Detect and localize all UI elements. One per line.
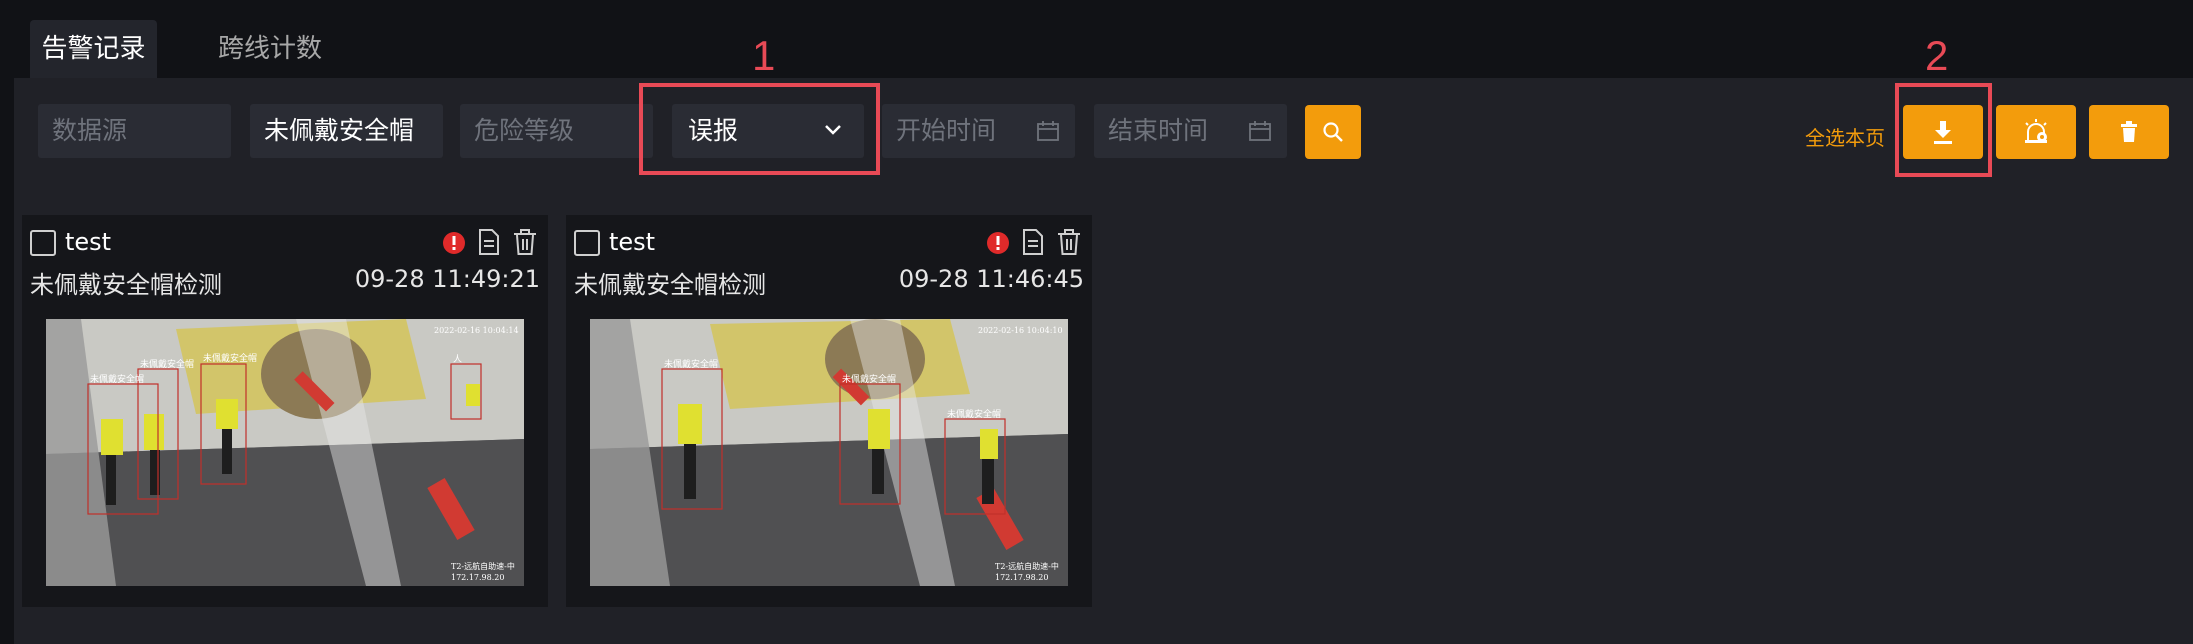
risk-level-select[interactable]: 危险等级 bbox=[460, 104, 653, 158]
detection-label: 人 bbox=[453, 354, 462, 365]
card-title: 未佩戴安全帽检测 bbox=[574, 271, 766, 299]
detection-label: 未佩戴安全帽 bbox=[947, 408, 1001, 420]
tab-alarm-records[interactable]: 告警记录 bbox=[30, 20, 157, 78]
detection-label: 未佩戴安全帽 bbox=[90, 373, 144, 385]
search-button[interactable] bbox=[1305, 105, 1361, 159]
camera-caption: T2-远航自助速-中 bbox=[995, 561, 1059, 571]
camera-ip: 172.17.98.20 bbox=[995, 573, 1048, 582]
tab-bar: 告警记录 跨线计数 bbox=[0, 0, 2193, 78]
alarm-snapshot-image[interactable]: 未佩戴安全帽 未佩戴安全帽 未佩戴安全帽 2022-02-16 10:04:10… bbox=[590, 319, 1068, 586]
image-timestamp: 2022-02-16 10:04:10 bbox=[978, 326, 1063, 335]
alert-icon bbox=[987, 232, 1009, 254]
detection-label: 未佩戴安全帽 bbox=[140, 358, 194, 370]
annotation-marker-1: 1 bbox=[752, 32, 776, 79]
trash-icon bbox=[514, 229, 536, 255]
alarm-snapshot-image[interactable]: 未佩戴安全帽 未佩戴安全帽 未佩戴安全帽 人 2022-02-16 10:04:… bbox=[46, 319, 524, 586]
end-time-input[interactable]: 结束时间 bbox=[1094, 104, 1287, 158]
camera-ip: 172.17.98.20 bbox=[451, 573, 504, 582]
data-source-input[interactable]: 数据源 bbox=[38, 104, 231, 158]
start-time-placeholder: 开始时间 bbox=[896, 116, 997, 145]
alarm-card[interactable]: test 未佩戴安全帽检测 09-28 11:46:45 未佩戴安全帽 未佩戴安… bbox=[566, 215, 1092, 607]
annotation-marker-2: 2 bbox=[1925, 32, 1949, 79]
tab-line-crossing-count[interactable]: 跨线计数 bbox=[190, 20, 350, 78]
calendar-icon bbox=[1249, 121, 1271, 141]
select-all-page-link[interactable]: 全选本页 bbox=[1805, 122, 1885, 151]
trash-icon bbox=[1058, 229, 1080, 255]
trash-icon bbox=[2121, 121, 2137, 142]
image-timestamp: 2022-02-16 10:04:14 bbox=[434, 326, 519, 335]
card-source: test bbox=[609, 228, 656, 256]
card-checkbox[interactable] bbox=[574, 230, 600, 256]
annotation-box-2 bbox=[1895, 83, 1992, 177]
card-source: test bbox=[65, 228, 112, 256]
alert-icon bbox=[443, 232, 465, 254]
card-timestamp: 09-28 11:49:21 bbox=[354, 265, 540, 293]
alert-type-select[interactable]: 未佩戴安全帽 bbox=[250, 104, 443, 158]
delete-all-button[interactable] bbox=[2089, 105, 2169, 159]
card-checkbox[interactable] bbox=[30, 230, 56, 256]
document-icon bbox=[1023, 229, 1043, 255]
document-icon bbox=[479, 229, 499, 255]
alarm-card[interactable]: test 未佩戴安全帽检测 09-28 11:49:21 未佩戴安全帽 未佩戴安… bbox=[22, 215, 548, 607]
detection-label: 未佩戴安全帽 bbox=[664, 358, 718, 370]
alarm-lamp-icon bbox=[2025, 119, 2047, 143]
alarm-settings-button[interactable] bbox=[1996, 105, 2076, 159]
camera-caption: T2-远航自助速-中 bbox=[451, 561, 515, 571]
card-title: 未佩戴安全帽检测 bbox=[30, 271, 222, 299]
detection-label: 未佩戴安全帽 bbox=[203, 352, 257, 364]
annotation-box-1 bbox=[639, 83, 880, 175]
detection-label: 未佩戴安全帽 bbox=[842, 373, 896, 385]
start-time-input[interactable]: 开始时间 bbox=[882, 104, 1075, 158]
end-time-placeholder: 结束时间 bbox=[1108, 116, 1209, 145]
calendar-icon bbox=[1037, 121, 1059, 141]
card-timestamp: 09-28 11:46:45 bbox=[898, 265, 1084, 293]
search-icon bbox=[1323, 122, 1343, 142]
